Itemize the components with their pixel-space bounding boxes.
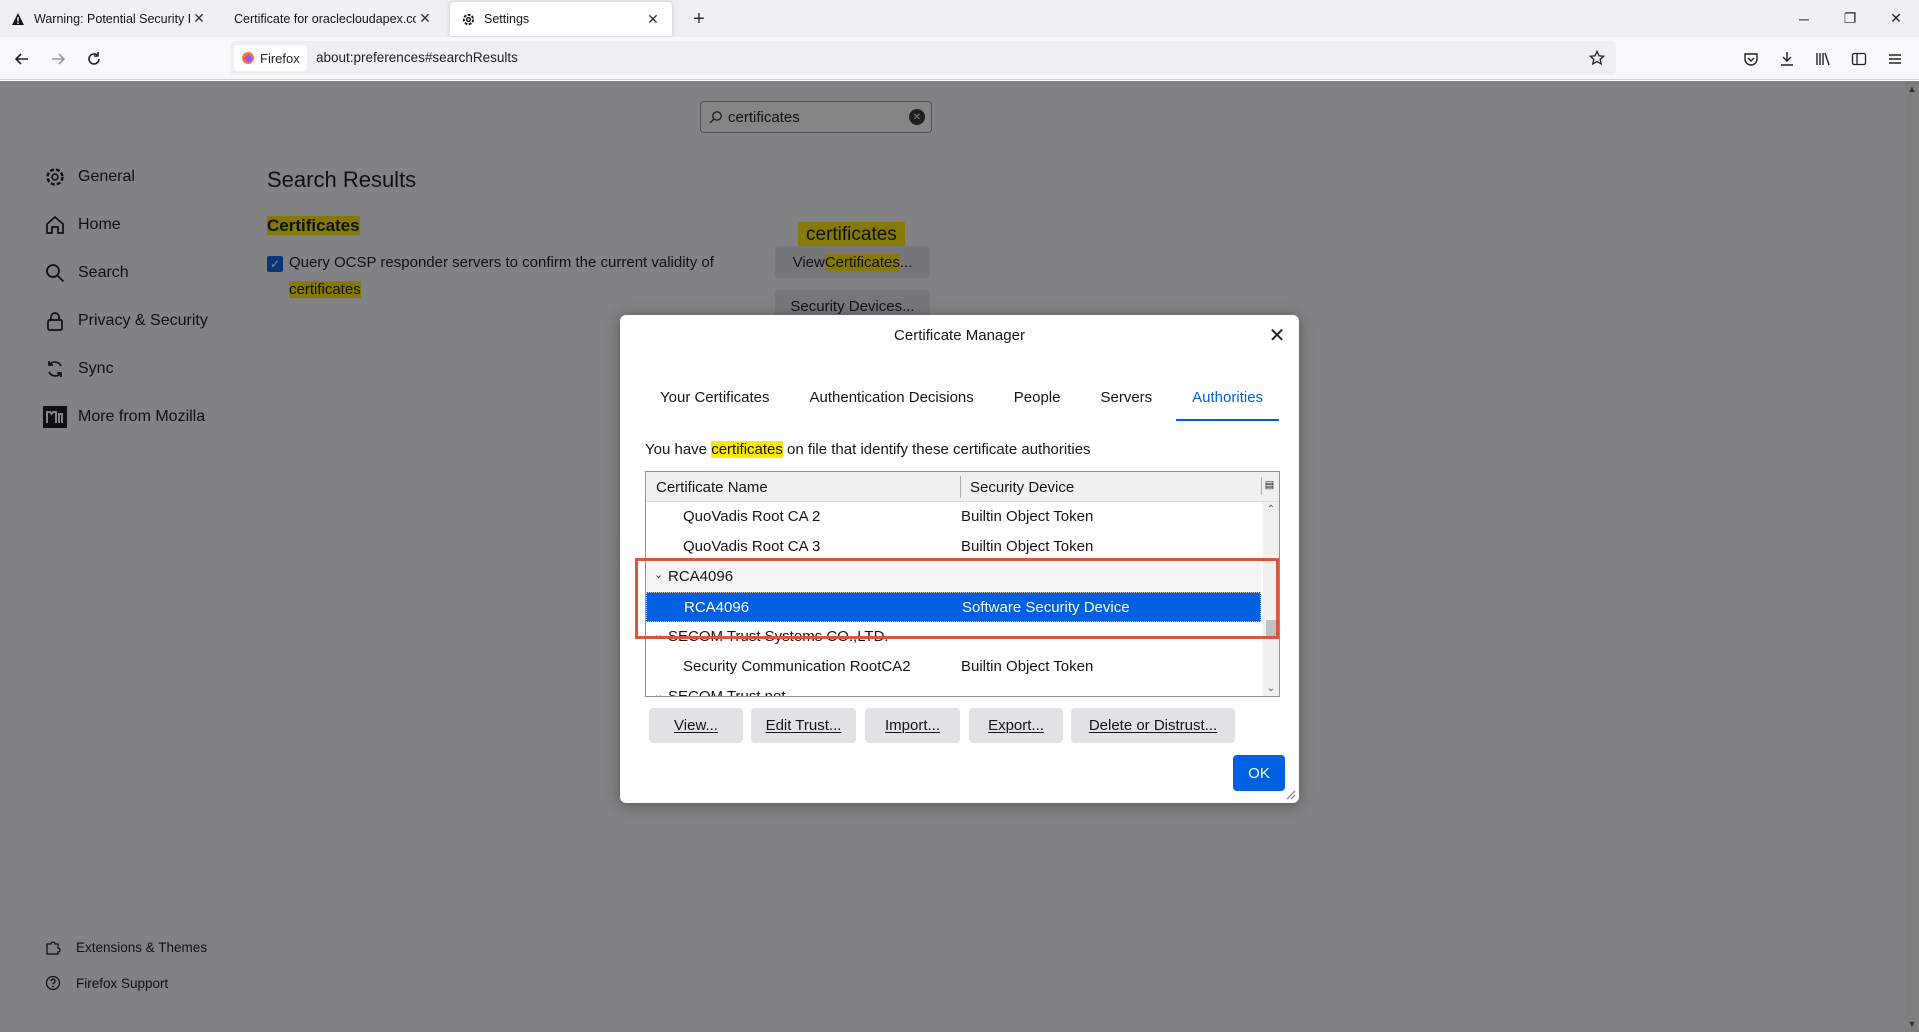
tab-certificate[interactable]: Certificate for oraclecloudapex.com ✕ (224, 0, 444, 37)
tab-title: Certificate for oraclecloudapex.com (234, 11, 416, 26)
tab-title: Warning: Potential Security Risk (34, 11, 190, 26)
tree-row[interactable]: QuoVadis Root CA 2 Builtin Object Token (646, 502, 1261, 532)
edit-trust-button[interactable]: Edit Trust... (751, 708, 856, 743)
hamburger-icon (1889, 54, 1901, 64)
firefox-logo-icon (242, 52, 254, 64)
column-picker-icon[interactable]: ▤ (1261, 477, 1277, 495)
bookmark-star-icon[interactable] (1586, 47, 1608, 69)
desc-text: You have (645, 441, 712, 458)
arrow-left-icon (14, 53, 28, 65)
column-header-name[interactable]: Certificate Name (656, 479, 768, 496)
url-bar[interactable]: Firefox about:preferences#searchResults (230, 41, 1616, 75)
arrow-right-icon (52, 53, 66, 65)
cert-device: Builtin Object Token (961, 538, 1094, 555)
chevron-down-icon[interactable]: ⌄ (654, 688, 663, 696)
dialog-description: You have certificates on file that ident… (645, 441, 1091, 458)
dialog-title: Certificate Manager (894, 327, 1025, 344)
column-header-device[interactable]: Security Device (970, 479, 1074, 496)
tree-row[interactable]: Security Communication RootCA2 Builtin O… (646, 652, 1261, 682)
menu-button[interactable] (1881, 45, 1909, 73)
view-button[interactable]: View... (649, 708, 743, 743)
identity-box[interactable]: Firefox (234, 45, 307, 71)
cert-name: QuoVadis Root CA 3 (683, 538, 821, 555)
library-icon (1816, 52, 1830, 66)
tab-security-warning[interactable]: Warning: Potential Security Risk ✕ (0, 0, 218, 37)
tab-your-certificates[interactable]: Your Certificates (644, 387, 786, 421)
cert-device: Builtin Object Token (961, 508, 1094, 525)
scroll-up-icon[interactable]: ⌃ (1265, 504, 1277, 515)
download-icon (1781, 52, 1793, 66)
identity-label: Firefox (260, 50, 300, 66)
tree-group-row[interactable]: ⌄ SECOM Trust.net (646, 682, 1261, 697)
warning-icon (10, 11, 26, 27)
close-icon[interactable]: ✕ (1265, 323, 1289, 347)
tab-authorities[interactable]: Authorities (1176, 387, 1280, 421)
library-button[interactable] (1809, 45, 1837, 73)
tab-servers[interactable]: Servers (1084, 387, 1168, 421)
tree-header: Certificate Name Security Device ▤ (646, 472, 1279, 502)
close-icon[interactable]: ✕ (190, 10, 208, 28)
tab-people[interactable]: People (998, 387, 1077, 421)
forward-button[interactable] (44, 45, 72, 73)
reload-button[interactable] (80, 45, 108, 73)
nav-bar: Firefox about:preferences#searchResults (0, 37, 1919, 80)
back-button[interactable] (8, 45, 36, 73)
tab-strip: Warning: Potential Security Risk ✕ Certi… (0, 0, 1919, 37)
close-icon[interactable]: ✕ (644, 10, 662, 28)
delete-or-distrust-button[interactable]: Delete or Distrust... (1071, 708, 1235, 743)
resize-grip-icon[interactable] (1284, 788, 1296, 800)
minimize-button[interactable]: ─ (1781, 0, 1827, 37)
export-button[interactable]: Export... (969, 708, 1063, 743)
close-window-button[interactable]: ✕ (1873, 0, 1919, 37)
new-tab-button[interactable]: + (686, 6, 712, 32)
restore-button[interactable]: ❐ (1827, 0, 1873, 37)
group-name: SECOM Trust.net (668, 688, 786, 697)
desc-highlight: certificates (711, 441, 783, 458)
dialog-tabs: Your Certificates Authentication Decisio… (644, 387, 1287, 421)
url-text[interactable]: about:preferences#searchResults (316, 50, 518, 65)
tab-authentication-decisions[interactable]: Authentication Decisions (794, 387, 990, 421)
pocket-icon (1744, 53, 1758, 66)
cert-name: Security Communication RootCA2 (683, 658, 911, 675)
import-button[interactable]: Import... (865, 708, 960, 743)
gear-icon (460, 11, 476, 27)
column-separator[interactable] (960, 476, 961, 498)
sidebar-toggle-button[interactable] (1845, 45, 1873, 73)
annotation-highlight-box (635, 558, 1279, 639)
tab-settings[interactable]: Settings ✕ (450, 2, 672, 36)
sidebar-icon (1851, 52, 1867, 66)
scroll-down-icon[interactable]: ⌄ (1265, 683, 1277, 694)
pocket-button[interactable] (1737, 45, 1765, 73)
reload-icon (88, 52, 100, 65)
downloads-button[interactable] (1773, 45, 1801, 73)
tab-title: Settings (484, 12, 530, 26)
ok-button[interactable]: OK (1233, 755, 1285, 791)
cert-name: QuoVadis Root CA 2 (683, 508, 821, 525)
close-icon[interactable]: ✕ (416, 10, 434, 28)
cert-device: Builtin Object Token (961, 658, 1094, 675)
desc-text-end: on file that identify these certificate … (782, 441, 1091, 458)
